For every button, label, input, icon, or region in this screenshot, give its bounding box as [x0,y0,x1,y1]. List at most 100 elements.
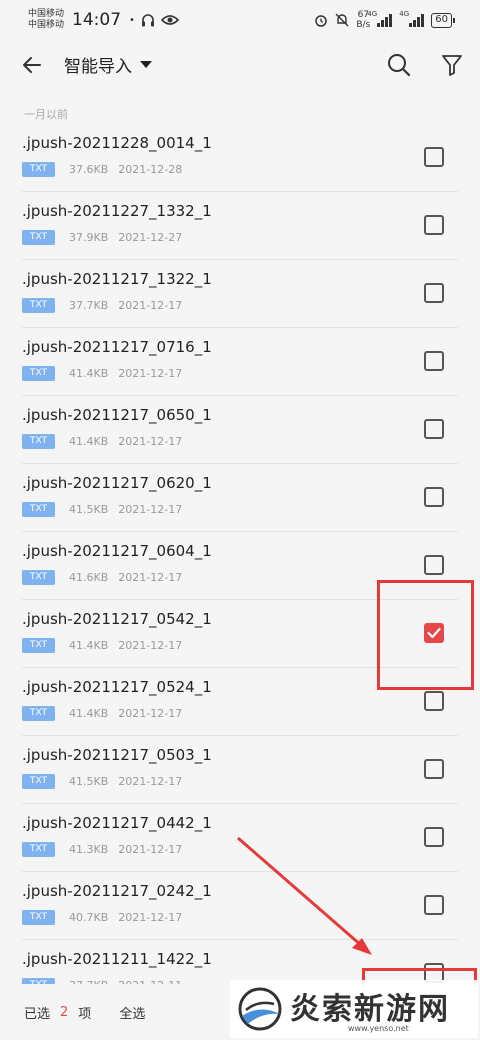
checkbox[interactable] [424,487,444,507]
file-size: 41.4KB [69,435,109,448]
file-type-badge: TXT [22,842,55,857]
file-row[interactable]: .jpush-20211217_1322_1 TXT 37.7KB 2021-12-1… [0,260,480,328]
file-type-badge: TXT [22,162,55,177]
file-date: 2021-12-17 [118,639,183,652]
file-row[interactable]: .jpush-20211217_0442_1 TXT 41.3KB 2021-12-1… [0,804,480,872]
eye-icon [160,15,179,25]
file-size: 41.5KB [69,503,109,516]
file-name: .jpush-20211217_0650_1 [22,406,212,424]
file-name: .jpush-20211228_0014_1 [22,134,212,152]
file-row[interactable]: .jpush-20211211_1422_1TXT37.7KB2021-12-1… [0,940,480,984]
file-meta: TXT 37.7KB 2021-12-17 [22,298,182,313]
page-title: 智能导入 [64,57,132,77]
file-type-badge: TXT [22,502,55,517]
file-size: 41.3KB [69,843,109,856]
file-name: .jpush-20211217_1322_1 [22,270,212,288]
app-header: 智能导入 [0,40,480,92]
chevron-down-icon [140,61,152,68]
file-size: 37.7KB [69,299,109,312]
checkbox[interactable] [424,827,444,847]
file-row[interactable]: .jpush-20211217_0503_1 TXT 41.5KB 2021-12-1… [0,736,480,804]
filter-icon[interactable] [440,52,464,78]
file-meta: TXT 37.6KB 2021-12-28 [22,162,182,177]
file-name: .jpush-20211217_0242_1 [22,882,212,900]
checkbox[interactable] [424,351,444,371]
file-name: .jpush-20211217_0604_1 [22,542,212,560]
back-arrow-icon[interactable] [20,53,44,77]
file-date: 2021-12-17 [118,367,183,380]
file-name: .jpush-20211217_0542_1 [22,610,212,628]
file-name: .jpush-20211217_0524_1 [22,678,212,696]
file-type-badge: TXT [22,706,55,721]
file-row[interactable]: .jpush-20211217_0242_1 TXT 40.7KB 2021-12-1… [0,872,480,940]
checkbox[interactable] [424,895,444,915]
checkbox[interactable] [424,147,444,167]
file-meta: TXT 41.5KB 2021-12-17 [22,774,182,789]
file-size: 41.5KB [69,775,109,788]
watermark-logo-icon [238,987,282,1031]
file-date: 2021-12-17 [118,843,183,856]
file-type-badge: TXT [22,230,55,245]
file-row[interactable]: .jpush-20211228_0014_1 TXT 37.6KB 2021-12-2… [0,124,480,192]
file-row[interactable]: .jpush-20211217_0716_1 TXT 41.4KB 2021-12-1… [0,328,480,396]
file-name: .jpush-20211217_0503_1 [22,746,212,764]
mute-bell-icon [335,13,349,27]
file-date: 2021-12-17 [118,775,183,788]
file-size: 41.4KB [69,707,109,720]
checkbox[interactable] [424,419,444,439]
file-size: 37.9KB [69,231,109,244]
checkbox[interactable] [424,759,444,779]
search-icon[interactable] [386,52,412,78]
status-time: 14:07 [72,10,122,30]
file-type-badge: TXT [22,298,55,313]
selected-count: 2 [60,1004,69,1020]
file-row[interactable]: .jpush-20211217_0542_1 TXT 41.4KB 2021-12-1… [0,600,480,668]
file-meta: TXT 40.7KB 2021-12-17 [22,910,182,925]
file-row[interactable]: .jpush-20211217_0620_1 TXT 41.5KB 2021-12-1… [0,464,480,532]
file-type-badge: TXT [22,910,55,925]
file-meta: TXT 41.4KB 2021-12-17 [22,434,182,449]
file-list: .jpush-20211228_0014_1 TXT 37.6KB 2021-12-2… [0,124,480,984]
file-row[interactable]: .jpush-20211217_0604_1 TXT 41.6KB 2021-12-1… [0,532,480,600]
carrier-2: 中国移动 [28,20,65,30]
section-label: 一月以前 [24,108,68,121]
file-size: 41.4KB [69,367,109,380]
file-meta: TXT 41.4KB 2021-12-17 [22,706,182,721]
file-name: .jpush-20211211_1422_1 [22,950,212,968]
file-type-badge: TXT [22,570,55,585]
file-type-badge: TXT [22,366,55,381]
dot-icon: • [129,14,135,26]
checkbox-checked[interactable] [424,623,444,643]
file-name: .jpush-20211217_0442_1 [22,814,212,832]
signal-icon-2: 4G [399,10,425,27]
signal-icon-1: 4G [367,10,393,27]
checkbox[interactable] [424,283,444,303]
file-name: .jpush-20211227_1332_1 [22,202,212,220]
watermark-url: www.yenso.net [348,1024,409,1033]
checkbox[interactable] [424,215,444,235]
title-dropdown[interactable]: 智能导入 [64,52,152,77]
file-row[interactable]: .jpush-20211217_0650_1 TXT 41.4KB 2021-12-1… [0,396,480,464]
checkbox[interactable] [424,555,444,575]
file-type-badge: TXT [22,774,55,789]
watermark-text: 炎索新游网 [290,992,450,1027]
file-meta: TXT 41.4KB 2021-12-17 [22,366,182,381]
selected-suffix: 项 [78,1006,92,1022]
selected-prefix: 已选 [24,1006,51,1022]
alarm-icon [315,15,328,27]
file-date: 2021-12-17 [118,435,183,448]
file-row[interactable]: .jpush-20211217_0524_1 TXT 41.4KB 2021-12-1… [0,668,480,736]
headphones-icon [141,13,154,26]
file-row[interactable]: .jpush-20211227_1332_1 TXT 37.9KB 2021-12-2… [0,192,480,260]
file-date: 2021-12-28 [118,163,183,176]
watermark: 炎索新游网 www.yenso.net [230,980,478,1038]
file-name: .jpush-20211217_0620_1 [22,474,212,492]
carrier-info: 中国移动 中国移动 [28,9,64,31]
checkbox[interactable] [424,691,444,711]
file-size: 41.6KB [69,571,109,584]
file-size: 40.7KB [69,911,109,924]
file-date: 2021-12-17 [118,503,183,516]
file-meta: TXT 37.9KB 2021-12-27 [22,230,182,245]
select-all-button[interactable]: 全选 [119,1003,145,1022]
file-size: 37.6KB [69,163,109,176]
